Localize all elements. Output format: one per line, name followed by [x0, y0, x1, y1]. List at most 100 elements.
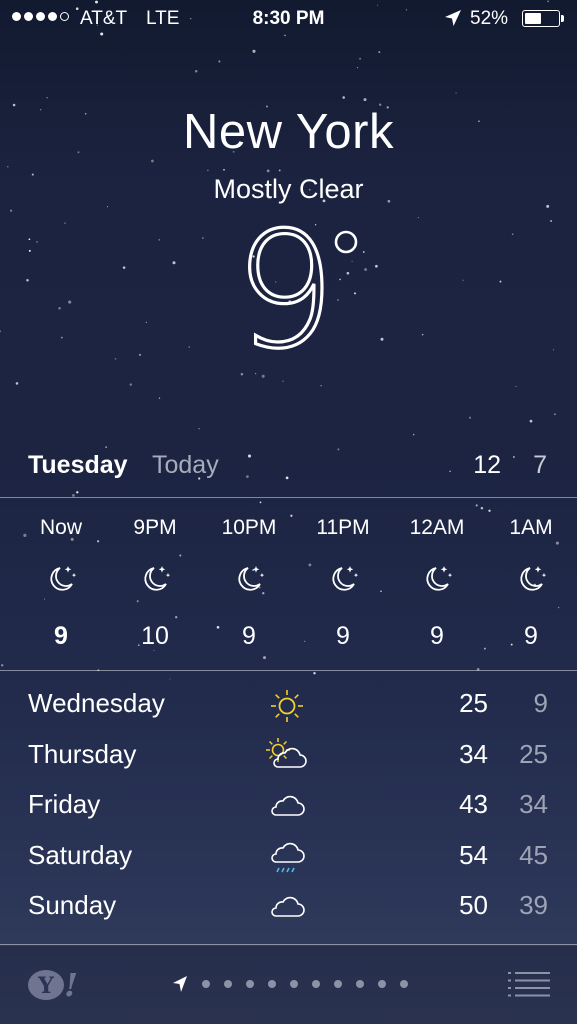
star	[313, 672, 316, 675]
hourly-time: 11PM	[316, 516, 370, 539]
hourly-time: 10PM	[221, 516, 277, 539]
current-condition: Mostly Clear	[213, 174, 364, 204]
star	[76, 491, 79, 494]
page-dot[interactable]	[334, 980, 342, 988]
current-location-icon	[173, 976, 187, 992]
hourly-time: 12AM	[409, 516, 465, 539]
daily-forecast-row: Saturday 54 45	[0, 832, 577, 882]
star	[158, 397, 161, 399]
battery-icon	[522, 10, 560, 27]
hourly-item: 1AM 9	[484, 498, 577, 670]
day-high-temp: 50	[459, 890, 488, 920]
star	[356, 67, 359, 69]
cloud-icon	[271, 896, 305, 917]
star	[46, 97, 48, 99]
cloud-icon	[271, 795, 305, 816]
hourly-icon-wrap	[232, 562, 266, 596]
day-low-temp: 45	[519, 839, 548, 870]
hourly-forecast[interactable]: Now 9 9PM 10 10PM 9 11PM 9 12AM 9 1AM 9	[0, 498, 577, 670]
day-high-temp: 43	[459, 789, 488, 819]
page-dot[interactable]	[312, 980, 320, 988]
sun-icon	[271, 690, 303, 722]
star	[194, 69, 198, 73]
star	[151, 159, 154, 163]
star	[554, 413, 556, 416]
hourly-icon-wrap	[326, 562, 360, 596]
bottom-toolbar: Y !	[0, 946, 577, 1024]
daily-forecast[interactable]: Wednesday 25 9 Thursday 34 25 Friday 43 34 Saturd…	[0, 680, 577, 940]
divider-bottom	[0, 944, 577, 945]
today-low-temp: 7	[533, 451, 547, 479]
day-name: Friday	[28, 789, 101, 819]
page-dot[interactable]	[268, 980, 276, 988]
hourly-item: 12AM 9	[390, 498, 484, 670]
hourly-icon-wrap	[138, 562, 172, 596]
day-low-temp: 25	[519, 738, 548, 769]
rain-cloud-icon	[271, 842, 305, 872]
location-arrow-icon	[445, 10, 461, 26]
day-low-temp: 39	[519, 890, 548, 920]
moon-stars-icon	[520, 566, 547, 591]
star	[252, 49, 256, 53]
today-high-temp: 12	[473, 451, 501, 479]
current-temperature-graphic: 9	[233, 195, 358, 386]
page-dot[interactable]	[290, 980, 298, 988]
yahoo-logo-letter: Y	[38, 973, 54, 999]
hourly-temp: 10	[141, 622, 169, 650]
moon-stars-icon	[50, 566, 77, 591]
today-day-name: Tuesday	[28, 451, 128, 479]
page-indicator[interactable]	[172, 974, 408, 994]
star	[455, 92, 457, 94]
star	[412, 433, 415, 436]
day-name: Thursday	[28, 738, 137, 769]
day-low-temp: 9	[533, 688, 548, 718]
star	[207, 169, 209, 172]
yahoo-logo-mark: !	[64, 966, 79, 1004]
today-summary-row: Tuesday Today 12 7	[0, 447, 577, 487]
day-name: Wednesday	[28, 688, 165, 718]
star	[218, 60, 221, 63]
day-icon-wrap	[266, 888, 308, 928]
hourly-temp: 9	[336, 622, 350, 650]
hourly-temp: 9	[430, 622, 444, 650]
hourly-temp: 9	[54, 622, 68, 650]
star	[378, 51, 381, 54]
page-dot[interactable]	[202, 980, 210, 988]
star	[7, 166, 9, 168]
day-name: Saturday	[28, 839, 133, 870]
hourly-item: 9PM 10	[108, 498, 202, 670]
star	[266, 169, 270, 173]
star	[106, 206, 109, 208]
hourly-temp: 9	[242, 622, 256, 650]
moon-stars-icon	[144, 566, 171, 591]
divider-middle	[0, 670, 577, 671]
page-dot[interactable]	[356, 980, 364, 988]
status-bar: AT&T LTE 8:30 PM 52%	[0, 0, 577, 40]
star	[342, 96, 345, 99]
yahoo-logo[interactable]: Y !	[28, 966, 80, 1004]
hourly-item: Now 9	[14, 498, 108, 670]
page-dot[interactable]	[246, 980, 254, 988]
daily-forecast-row: Wednesday 25 9	[0, 680, 577, 730]
daily-forecast-row: Friday 43 34	[0, 781, 577, 831]
moon-stars-icon	[426, 566, 453, 591]
star	[198, 428, 200, 430]
star	[363, 98, 367, 102]
hourly-icon-wrap	[420, 562, 454, 596]
page-dot[interactable]	[400, 980, 408, 988]
day-icon-wrap	[266, 737, 308, 777]
current-temperature: 9	[0, 195, 577, 387]
partly-sunny-icon	[266, 737, 307, 768]
hourly-time: 9PM	[133, 516, 177, 539]
page-dot[interactable]	[378, 980, 386, 988]
star	[546, 204, 550, 208]
page-dot[interactable]	[224, 980, 232, 988]
list-icon[interactable]	[508, 970, 550, 998]
svg-text:9: 9	[234, 212, 336, 362]
hourly-time: 1AM	[509, 516, 553, 539]
day-name: Sunday	[28, 890, 117, 920]
day-icon-wrap	[266, 787, 308, 827]
star	[468, 416, 472, 419]
today-label: Today	[152, 451, 219, 479]
star	[359, 57, 362, 60]
